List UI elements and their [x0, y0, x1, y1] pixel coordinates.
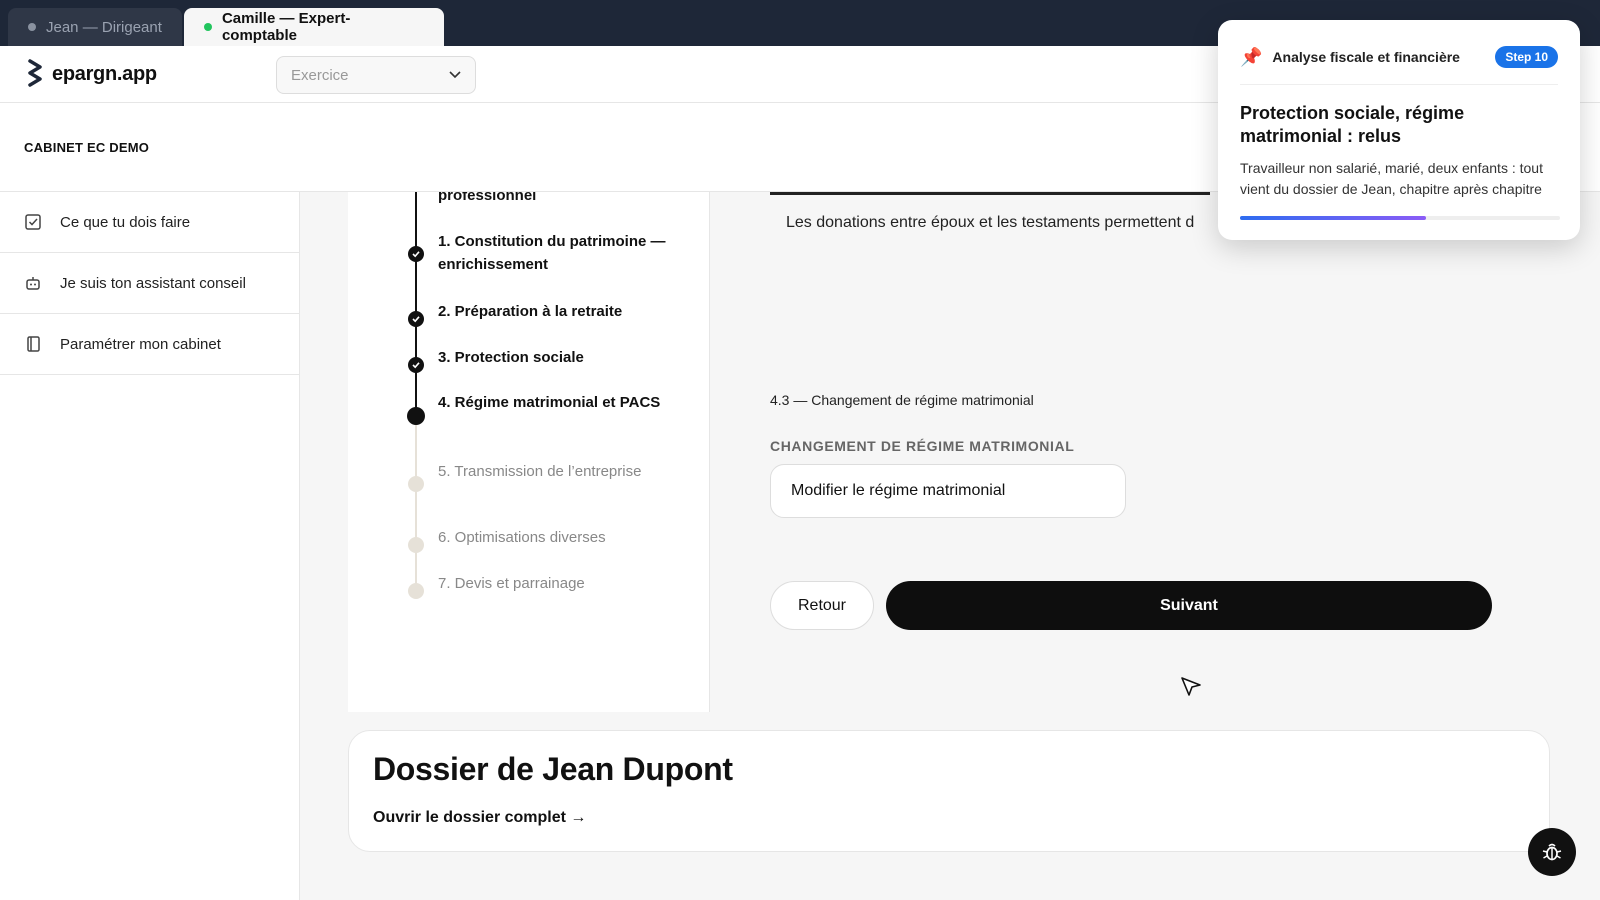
book-icon	[27, 336, 40, 352]
step-2[interactable]: 2. Préparation à la retraite	[438, 300, 668, 323]
future-step-dot	[408, 583, 424, 599]
guided-tour-popover: 📌 Analyse fiscale et financière Step 10 …	[1218, 20, 1580, 240]
step-3[interactable]: 3. Protection sociale	[438, 346, 668, 369]
sidebar: Ce que tu dois faire Je suis ton assista…	[0, 192, 300, 900]
step-previous-partial[interactable]: professionnel	[438, 192, 668, 207]
tab-jean-dirigeant[interactable]: Jean — Dirigeant	[8, 8, 182, 46]
bug-icon	[1542, 843, 1562, 861]
tour-progress-fill	[1240, 216, 1426, 220]
field-value: Modifier le régime matrimonial	[791, 482, 1006, 499]
stepper-line-future	[415, 418, 417, 588]
tab-status-dot	[204, 23, 212, 31]
current-step-dot	[407, 407, 425, 425]
check-icon	[408, 246, 424, 262]
checkbox-icon	[25, 214, 41, 230]
tab-status-dot	[28, 23, 36, 31]
content-card-top-border	[770, 192, 1210, 195]
tab-camille-expert-comptable[interactable]: Camille — Expert-comptable	[184, 8, 444, 46]
bug-report-button[interactable]	[1528, 828, 1576, 876]
dossier-card: Dossier de Jean Dupont Ouvrir le dossier…	[348, 730, 1550, 852]
app-logo[interactable]: epargn.app	[24, 58, 157, 90]
step-5[interactable]: 5. Transmission de l’entreprise	[438, 460, 668, 483]
step-6[interactable]: 6. Optimisations diverses	[438, 526, 668, 549]
tab-label: Camille — Expert-comptable	[221, 10, 351, 44]
check-icon	[408, 311, 424, 327]
logo-text: epargn.app	[52, 62, 157, 85]
future-step-dot	[408, 537, 424, 553]
step-7[interactable]: 7. Devis et parrainage	[438, 572, 668, 595]
step-badge: Step 10	[1495, 46, 1558, 68]
sidebar-item-label: Je suis ton assistant conseil	[60, 274, 246, 292]
sidebar-item-settings[interactable]: Paramétrer mon cabinet	[0, 314, 299, 375]
open-dossier-link[interactable]: Ouvrir le dossier complet →	[373, 809, 586, 827]
robot-icon	[26, 277, 40, 290]
chevron-down-icon	[449, 71, 461, 79]
logo-icon	[28, 59, 42, 87]
future-step-dot	[408, 476, 424, 492]
exercise-select[interactable]: Exercice	[276, 56, 476, 94]
chapter-stepper: professionnel 1. Constitution du patrimo…	[348, 192, 710, 712]
tour-progress-bar	[1240, 216, 1560, 220]
sidebar-item-label: Ce que tu dois faire	[60, 213, 191, 231]
sidebar-item-todo[interactable]: Ce que tu dois faire	[0, 192, 299, 253]
tab-label: Jean — Dirigeant	[46, 18, 162, 36]
back-button[interactable]: Retour	[770, 581, 874, 630]
sidebar-item-label: Paramétrer mon cabinet	[60, 335, 221, 353]
pushpin-icon: 📌	[1240, 46, 1263, 67]
sidebar-item-assistant[interactable]: Je suis ton assistant conseil	[0, 253, 299, 314]
popover-header: 📌 Analyse fiscale et financière Step 10	[1240, 46, 1558, 85]
step-4-current[interactable]: 4. Régime matrimonial et PACS	[438, 391, 668, 414]
popover-title: Protection sociale, régime matrimonial :…	[1240, 103, 1465, 146]
mouse-cursor-icon	[1181, 677, 1201, 696]
check-icon	[408, 357, 424, 373]
exercise-select-placeholder: Exercice	[291, 66, 349, 84]
dossier-title: Dossier de Jean Dupont	[373, 751, 733, 787]
matrimonial-change-option[interactable]: Modifier le régime matrimonial	[770, 464, 1126, 518]
step-1[interactable]: 1. Constitution du patrimoine — enrichis…	[438, 230, 668, 276]
donation-text: Les donations entre époux et les testame…	[786, 214, 1195, 231]
field-label: CHANGEMENT DE RÉGIME MATRIMONIAL	[770, 438, 1075, 454]
section-subtitle: 4.3 — Changement de régime matrimonial	[770, 392, 1034, 408]
cabinet-name: CABINET EC DEMO	[24, 140, 150, 155]
popover-description: Travailleur non salarié, marié, deux enf…	[1240, 160, 1543, 197]
popover-section: Analyse fiscale et financière	[1272, 49, 1460, 65]
next-button[interactable]: Suivant	[886, 581, 1492, 630]
